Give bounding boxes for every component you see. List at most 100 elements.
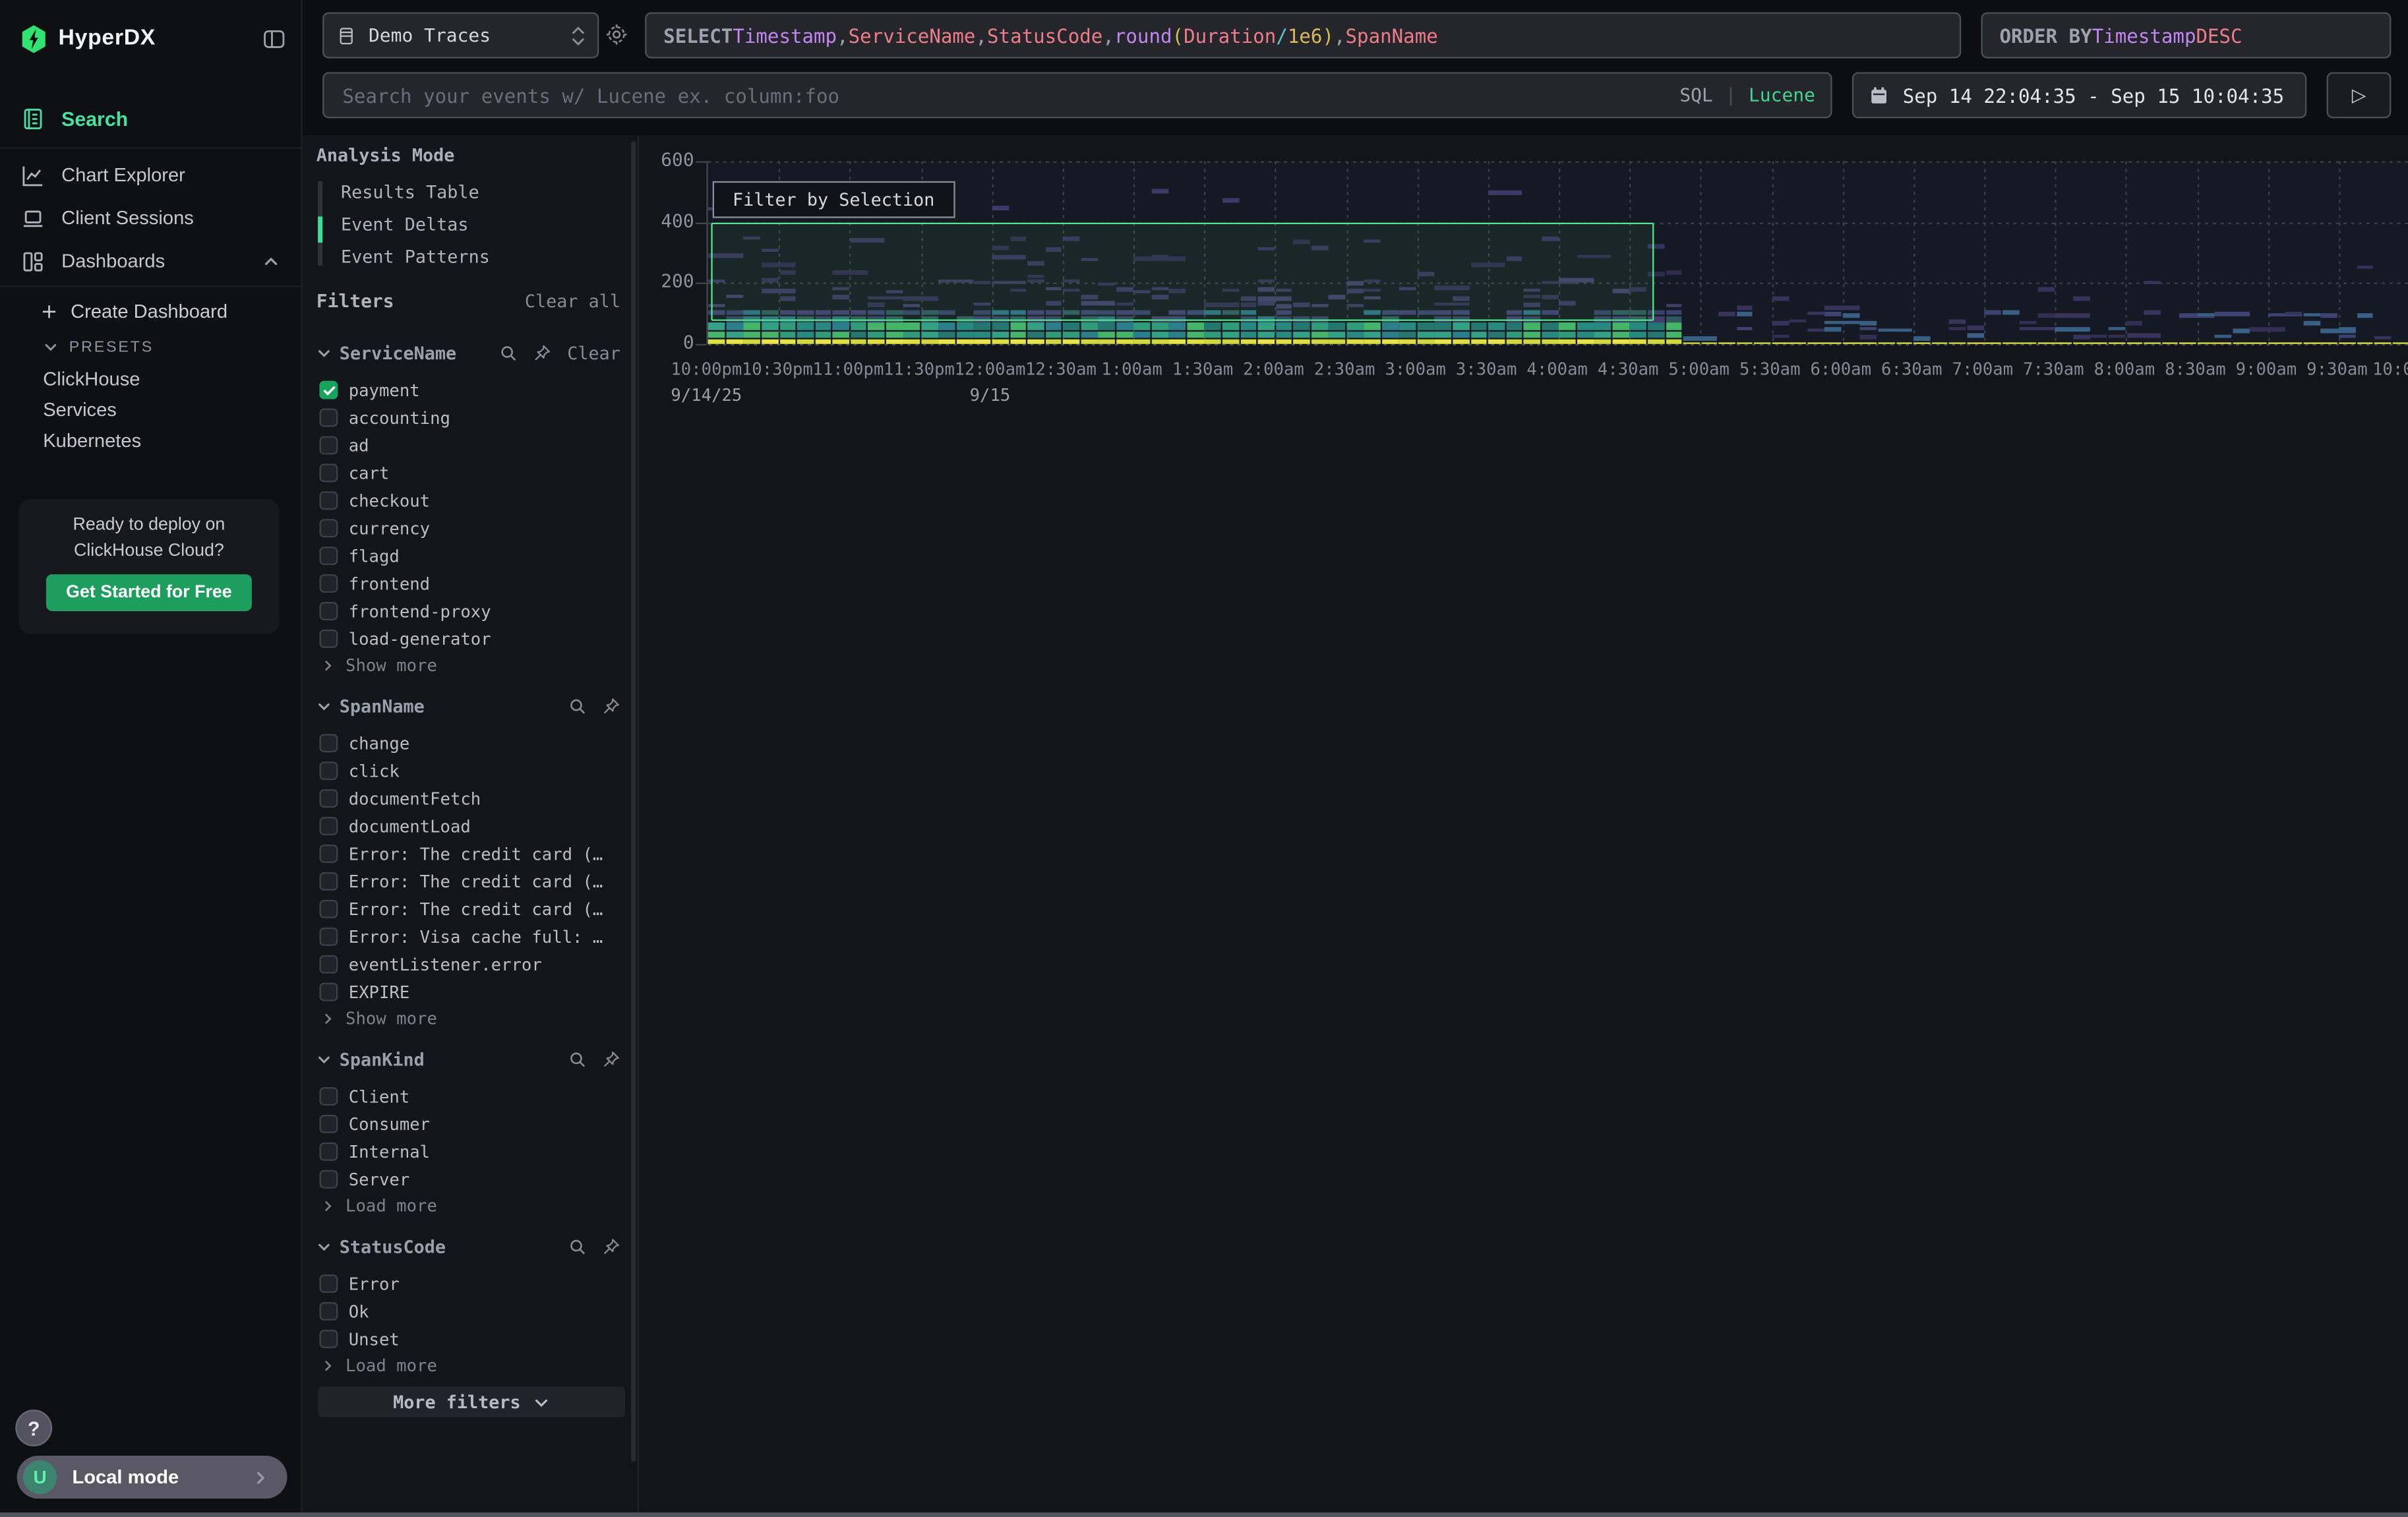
filter-option-ad[interactable]: ad: [303, 431, 638, 459]
filter-option-error-the-credit-card-[interactable]: Error: The credit card (…: [303, 895, 638, 923]
clear-all-button[interactable]: Clear all: [525, 290, 620, 312]
checkbox[interactable]: [319, 547, 338, 565]
source-select[interactable]: Demo Traces: [322, 13, 599, 59]
checkbox[interactable]: [319, 900, 338, 918]
checkbox[interactable]: [319, 574, 338, 593]
checkbox[interactable]: [319, 491, 338, 510]
preset-services[interactable]: Services: [0, 395, 301, 426]
pin-icon[interactable]: [533, 344, 552, 363]
checkbox[interactable]: [319, 872, 338, 891]
checkbox[interactable]: [319, 1302, 338, 1321]
analysis-mode-results-table[interactable]: Results Table: [318, 175, 625, 208]
filter-option-currency[interactable]: currency: [303, 514, 638, 542]
checkbox[interactable]: [319, 983, 338, 1001]
sidebar-item-client-sessions[interactable]: Client Sessions: [0, 196, 301, 239]
checkbox[interactable]: [319, 928, 338, 946]
filter-option-error[interactable]: Error: [303, 1270, 638, 1297]
checkbox[interactable]: [319, 1274, 338, 1293]
language-toggle[interactable]: SQL | Lucene: [1679, 84, 1815, 106]
checkbox[interactable]: [319, 761, 338, 780]
checkbox[interactable]: [319, 955, 338, 974]
sidebar-item-chart-explorer[interactable]: Chart Explorer: [0, 154, 301, 196]
filter-option-flagd[interactable]: flagd: [303, 542, 638, 570]
checkbox[interactable]: [319, 789, 338, 808]
filter-option-error-visa-cache-full-[interactable]: Error: Visa cache full: …: [303, 923, 638, 951]
filter-option-unset[interactable]: Unset: [303, 1325, 638, 1353]
help-button[interactable]: ?: [15, 1410, 52, 1446]
filter-option-expire[interactable]: EXPIRE: [303, 978, 638, 1006]
filter-option-cart[interactable]: cart: [303, 459, 638, 487]
checkbox[interactable]: [319, 1143, 338, 1161]
clear-filter-button[interactable]: Clear: [567, 342, 620, 364]
time-range-picker[interactable]: Sep 14 22:04:35 - Sep 15 10:04:35: [1852, 72, 2306, 118]
user-menu[interactable]: U Local mode: [17, 1456, 287, 1499]
checkbox[interactable]: [319, 1087, 338, 1106]
sql-select-input[interactable]: SELECT Timestamp, ServiceName, StatusCod…: [645, 13, 1961, 59]
preset-kubernetes[interactable]: Kubernetes: [0, 425, 301, 456]
filter-option-click[interactable]: click: [303, 757, 638, 785]
sidebar-item-dashboards[interactable]: Dashboards: [0, 239, 301, 282]
preset-clickhouse[interactable]: ClickHouse: [0, 364, 301, 395]
filter-option-checkout[interactable]: checkout: [303, 487, 638, 514]
checkbox[interactable]: [319, 409, 338, 427]
gear-icon[interactable]: [605, 23, 628, 46]
filter-option-ok[interactable]: Ok: [303, 1297, 638, 1325]
presets-toggle[interactable]: PRESETS: [0, 332, 301, 363]
sql-toggle[interactable]: SQL: [1679, 84, 1713, 106]
checkbox[interactable]: [319, 630, 338, 648]
filter-option-documentload[interactable]: documentLoad: [303, 812, 638, 840]
filter-option-internal[interactable]: Internal: [303, 1138, 638, 1166]
chevron-down-icon[interactable]: [316, 699, 332, 714]
checkbox[interactable]: [319, 1170, 338, 1189]
checkbox[interactable]: [319, 817, 338, 835]
checkbox[interactable]: [319, 734, 338, 752]
filter-option-load-generator[interactable]: load-generator: [303, 625, 638, 653]
filter-option-documentfetch[interactable]: documentFetch: [303, 785, 638, 812]
checkbox[interactable]: [319, 463, 338, 482]
filter-option-consumer[interactable]: Consumer: [303, 1110, 638, 1138]
filter-option-client[interactable]: Client: [303, 1083, 638, 1110]
show-more-button[interactable]: Show more: [303, 1006, 638, 1032]
lucene-toggle[interactable]: Lucene: [1749, 84, 1815, 106]
create-dashboard-button[interactable]: Create Dashboard: [0, 295, 301, 328]
run-query-button[interactable]: ▷: [2327, 72, 2392, 118]
filter-option-accounting[interactable]: accounting: [303, 404, 638, 432]
filter-option-change[interactable]: change: [303, 729, 638, 757]
search-icon[interactable]: [568, 1050, 587, 1069]
checkbox[interactable]: [319, 519, 338, 537]
filter-by-selection-button[interactable]: Filter by Selection: [713, 181, 955, 218]
sidebar-collapse-button[interactable]: [262, 27, 286, 50]
pin-icon[interactable]: [602, 1050, 620, 1069]
filter-option-payment[interactable]: payment: [303, 376, 638, 404]
more-filters-button[interactable]: More filters: [318, 1386, 625, 1417]
checkbox[interactable]: [319, 602, 338, 620]
search-icon[interactable]: [500, 344, 518, 363]
pin-icon[interactable]: [602, 1237, 620, 1256]
search-input[interactable]: [340, 82, 1668, 109]
pin-icon[interactable]: [602, 697, 620, 715]
chevron-down-icon[interactable]: [316, 1239, 332, 1255]
checkbox[interactable]: [319, 845, 338, 863]
load-more-button[interactable]: Load more: [303, 1193, 638, 1220]
checkbox[interactable]: [319, 1115, 338, 1133]
filter-option-error-the-credit-card-[interactable]: Error: The credit card (…: [303, 868, 638, 895]
filters-scrollbar[interactable]: [631, 141, 636, 1462]
checkbox[interactable]: [319, 381, 338, 400]
show-more-button[interactable]: Show more: [303, 653, 638, 679]
load-more-button[interactable]: Load more: [303, 1353, 638, 1379]
filter-option-frontend-proxy[interactable]: frontend-proxy: [303, 597, 638, 625]
search-icon[interactable]: [568, 1237, 587, 1256]
checkbox[interactable]: [319, 1330, 338, 1348]
chevron-down-icon[interactable]: [316, 345, 332, 361]
sql-orderby-input[interactable]: ORDER BY Timestamp DESC: [1981, 13, 2392, 59]
chevron-up-icon[interactable]: [262, 253, 280, 270]
checkbox[interactable]: [319, 436, 338, 454]
filter-option-error-the-credit-card-[interactable]: Error: The credit card (…: [303, 840, 638, 868]
chevron-down-icon[interactable]: [316, 1052, 332, 1067]
get-started-button[interactable]: Get Started for Free: [46, 574, 252, 611]
analysis-mode-event-patterns[interactable]: Event Patterns: [318, 239, 625, 272]
filter-option-eventlistener-error[interactable]: eventListener.error: [303, 951, 638, 978]
sidebar-item-search[interactable]: Search: [0, 95, 301, 141]
search-icon[interactable]: [568, 697, 587, 715]
filter-option-frontend[interactable]: frontend: [303, 570, 638, 597]
